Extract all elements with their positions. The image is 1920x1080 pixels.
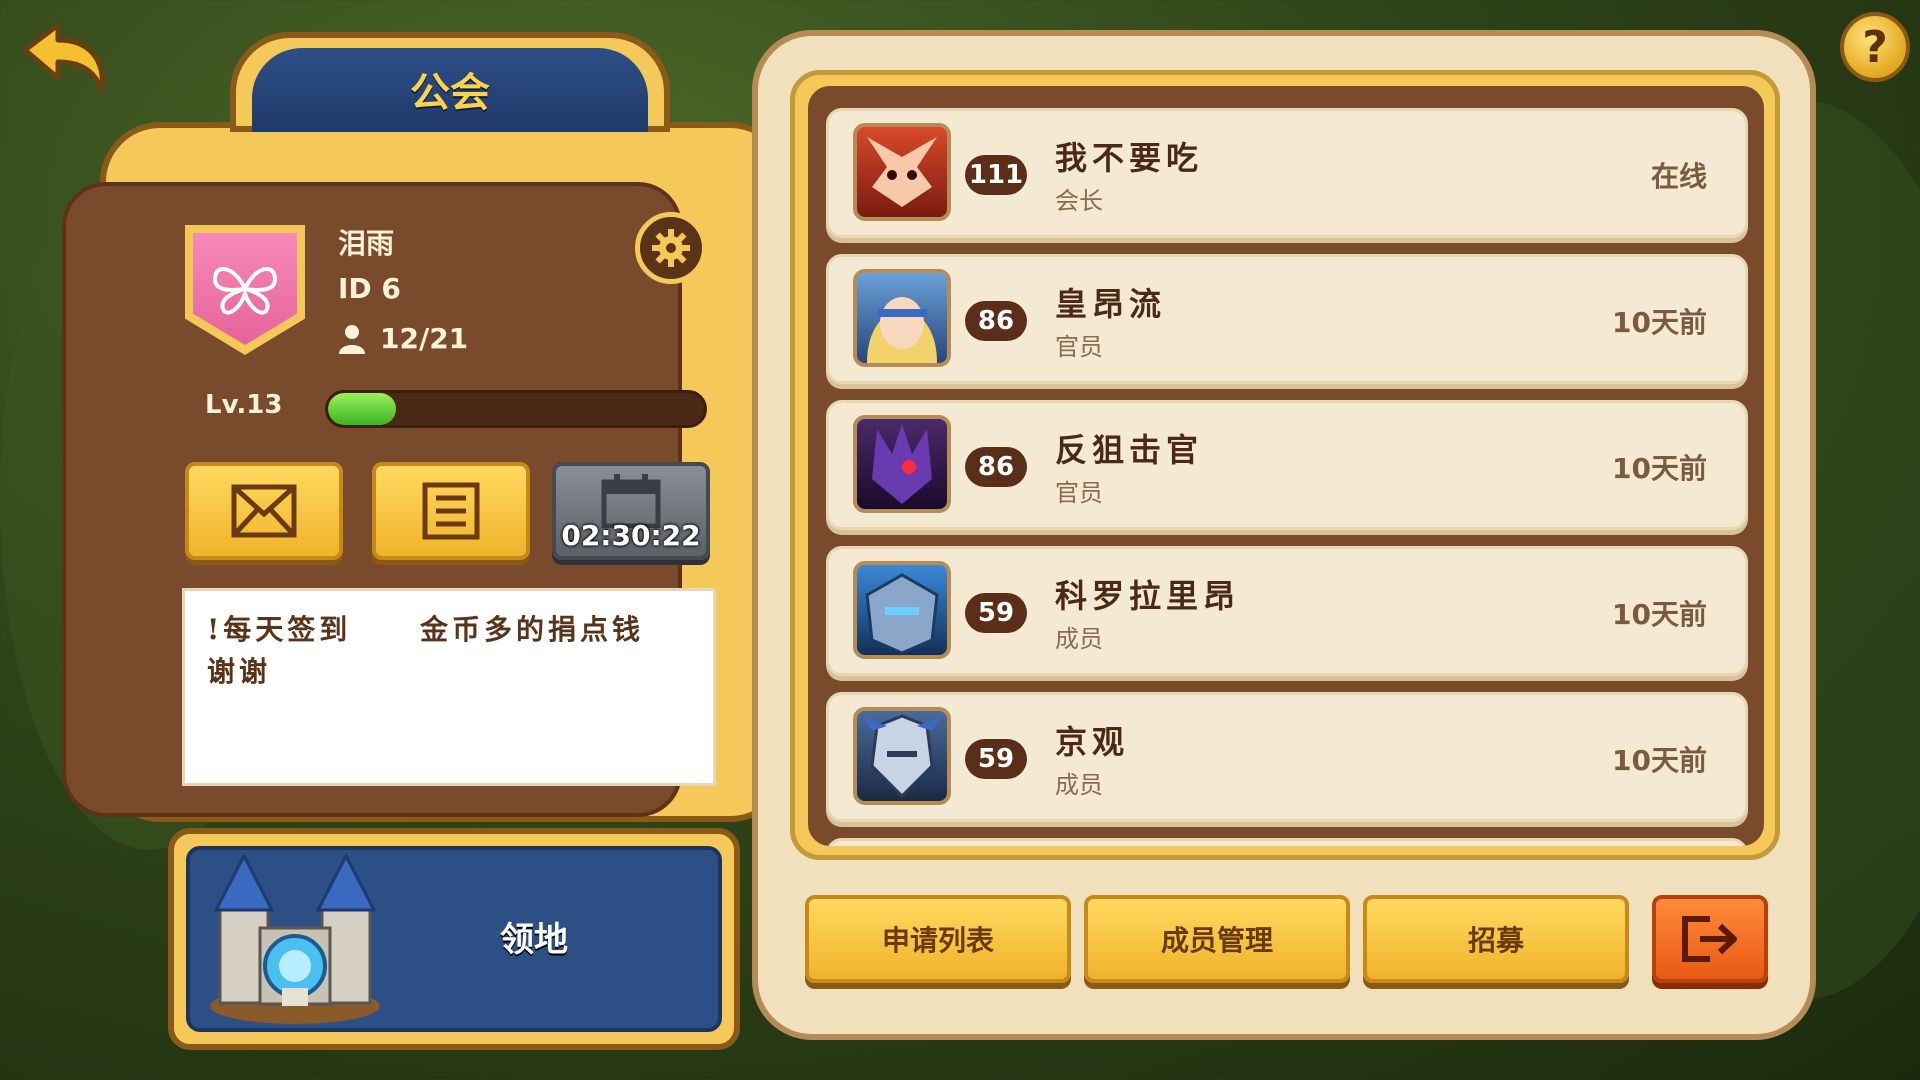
question-icon: ? — [1862, 21, 1888, 73]
mail-icon — [231, 484, 297, 538]
recruit-button[interactable]: 招募 — [1363, 895, 1629, 983]
guild-name: 泪雨 — [338, 227, 395, 260]
back-button[interactable] — [20, 20, 110, 95]
member-avatar — [853, 123, 951, 221]
leave-guild-button[interactable] — [1652, 895, 1768, 983]
member-row[interactable]: 111 我不要吃 会长 在线 — [826, 108, 1748, 238]
member-avatar — [853, 269, 951, 367]
member-management-button[interactable]: 成员管理 — [1084, 895, 1350, 983]
exit-icon — [1682, 916, 1737, 962]
apply-list-button[interactable]: 申请列表 — [805, 895, 1071, 983]
help-button[interactable]: ? — [1840, 12, 1910, 82]
guild-level: Lv.13 — [205, 390, 283, 420]
member-role: 成员 — [1055, 771, 1103, 799]
guild-id: ID 6 — [338, 272, 401, 305]
member-name: 我不要吃 — [1055, 139, 1204, 177]
member-level: 59 — [965, 739, 1027, 779]
member-count-text: 12/21 — [380, 322, 469, 355]
daily-checkin-button[interactable]: 02:30:22 — [552, 462, 710, 560]
member-row[interactable] — [826, 838, 1748, 846]
member-row[interactable]: 86 皇昂流 官员 10天前 — [826, 254, 1748, 384]
guild-log-button[interactable] — [372, 462, 530, 560]
member-name: 京观 — [1055, 723, 1130, 761]
settings-button[interactable] — [635, 212, 707, 284]
member-row[interactable]: 59 科罗拉里昂 成员 10天前 — [826, 546, 1748, 676]
member-name: 科罗拉里昂 — [1055, 577, 1241, 615]
member-row[interactable]: 86 反狙击官 官员 10天前 — [826, 400, 1748, 530]
guild-member-count: 12/21 — [338, 322, 468, 355]
guild-exp-bar — [325, 390, 707, 428]
member-status: 10天前 — [1612, 452, 1707, 485]
territory-label: 领地 — [500, 920, 568, 960]
member-role: 会长 — [1055, 187, 1103, 215]
title-tab: 公会 — [230, 32, 670, 132]
member-status: 在线 — [1650, 160, 1707, 193]
member-level: 111 — [965, 155, 1027, 195]
member-name: 皇昂流 — [1055, 285, 1167, 323]
checkin-timer: 02:30:22 — [561, 519, 701, 552]
gear-icon — [652, 229, 690, 267]
member-level: 86 — [965, 301, 1027, 341]
member-name: 反狙击官 — [1055, 431, 1204, 469]
page-title: 公会 — [410, 70, 490, 116]
member-avatar — [853, 561, 951, 659]
member-row[interactable]: 59 京观 成员 10天前 — [826, 692, 1748, 822]
back-arrow-icon — [22, 22, 105, 93]
guild-exp-fill — [328, 393, 396, 425]
member-level: 86 — [965, 447, 1027, 487]
mail-button[interactable] — [185, 462, 343, 560]
member-status: 10天前 — [1612, 598, 1707, 631]
member-level: 59 — [965, 593, 1027, 633]
person-icon — [339, 324, 365, 354]
list-icon — [422, 482, 480, 540]
guild-notice[interactable]: !每天签到 金币多的捐点钱 谢谢 — [182, 588, 716, 786]
member-avatar — [853, 415, 951, 513]
member-role: 成员 — [1055, 625, 1103, 653]
member-avatar — [853, 707, 951, 805]
member-status: 10天前 — [1612, 744, 1707, 777]
member-status: 10天前 — [1612, 306, 1707, 339]
member-role: 官员 — [1055, 333, 1103, 361]
member-role: 官员 — [1055, 479, 1103, 507]
member-list[interactable]: 111 我不要吃 会长 在线 86 皇昂流 官员 10天前 86 反狙击官 官员… — [808, 86, 1764, 846]
castle-icon — [200, 848, 390, 1028]
